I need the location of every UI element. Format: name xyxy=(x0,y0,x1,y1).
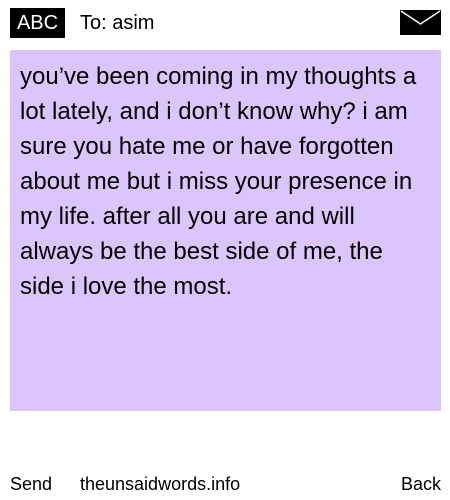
message-header: ABC To: asim xyxy=(0,0,450,44)
message-body[interactable]: you’ve been coming in my thoughts a lot … xyxy=(10,50,441,411)
send-button[interactable]: Send xyxy=(10,470,52,498)
softkey-bar: Send theunsaidwords.info Back xyxy=(0,470,450,498)
site-watermark: theunsaidwords.info xyxy=(80,474,241,494)
recipient-label[interactable]: To: asim xyxy=(80,8,154,38)
input-mode-badge[interactable]: ABC xyxy=(10,8,65,38)
envelope-icon[interactable] xyxy=(400,10,441,35)
back-button[interactable]: Back xyxy=(401,470,441,498)
message-text: you’ve been coming in my thoughts a lot … xyxy=(20,63,417,300)
